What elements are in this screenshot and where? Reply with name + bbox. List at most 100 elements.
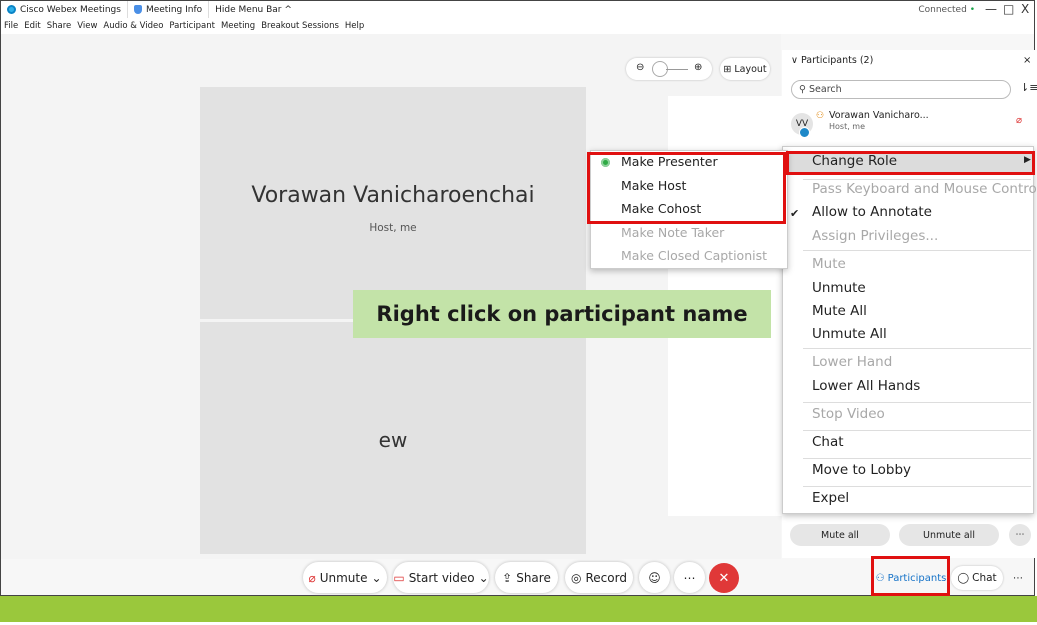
host-icon: ⚇ [816,111,825,121]
record-button[interactable]: ◎ Record [565,562,633,593]
role-options-highlight-box [587,152,786,224]
footer-bar [0,596,1037,622]
app-name: Cisco Webex Meetings [20,4,121,15]
emoji-icon: ☺ [648,570,661,585]
restore-button[interactable]: □ [1003,2,1014,16]
unmute-all-button[interactable]: Unmute all [899,524,999,546]
menu-expel[interactable]: Expel [812,490,849,506]
menu-assign-privileges: Assign Privileges... [812,228,939,244]
participant-role: Host, me [829,122,866,131]
panel-more-button[interactable]: ⋯ [1009,524,1031,546]
mute-all-button[interactable]: Mute all [790,524,890,546]
close-panel-icon[interactable]: × [1023,55,1031,66]
menu-lower-all-hands[interactable]: Lower All Hands [812,378,920,394]
video-off-icon: ▭ [393,570,405,585]
record-label: Record [585,570,627,585]
participants-toggle-label: Participants [887,572,947,584]
sort-icon[interactable]: ⇂≡ [1020,81,1037,94]
more-icon: ⋯ [683,570,696,585]
zoom-out-icon[interactable]: ⊖ [636,62,644,73]
menu-pass-control: Pass Keyboard and Mouse Control [812,181,1037,197]
menu-unmute[interactable]: Unmute [812,280,866,296]
menu-mute-all[interactable]: Mute All [812,303,867,319]
menu-audio-video[interactable]: Audio & Video [100,21,166,31]
panel-more-options-button[interactable]: ⋯ [1006,566,1030,590]
shield-icon [133,5,142,14]
menu-make-captionist: Make Closed Captionist [621,248,768,263]
change-role-highlight-box [786,151,1035,175]
menu-move-to-lobby[interactable]: Move to Lobby [812,462,911,478]
menu-separator [803,250,1031,251]
zoom-slider[interactable]: ⊖ ⊕ [626,58,712,80]
chat-bubble-icon: ◯ [957,572,970,584]
menu-mute: Mute [812,256,846,272]
layout-button[interactable]: ⊞ Layout [720,58,770,80]
menu-view[interactable]: View [74,21,100,31]
menu-breakout-sessions[interactable]: Breakout Sessions [258,21,342,31]
participants-title-label: Participants (2) [801,55,874,66]
start-video-button[interactable]: ▭ Start video ⌄ [393,562,489,593]
webex-logo-icon [7,5,16,14]
chat-toggle-button[interactable]: ◯ Chat [951,566,1003,590]
connection-status: Connected • [918,5,975,15]
zoom-in-icon[interactable]: ⊕ [694,62,702,73]
end-meeting-button[interactable]: ✕ [709,563,739,593]
menu-lower-hand: Lower Hand [812,354,893,370]
zoom-slider-track [666,69,688,70]
share-label: Share [516,570,551,585]
chevron-down-icon[interactable]: ⌄ [479,571,489,585]
tile-participant-name: Vorawan Vanicharoenchai [251,183,535,208]
menu-chat[interactable]: Chat [812,434,844,450]
menu-edit[interactable]: Edit [21,21,43,31]
menu-meeting[interactable]: Meeting [218,21,258,31]
tile-participant-role: Host, me [369,222,417,234]
meeting-info-label: Meeting Info [145,4,203,15]
webex-badge-icon [799,127,810,138]
menu-separator [803,430,1031,431]
participant-name[interactable]: Vorawan Vanicharo... [829,110,929,121]
participants-toggle-button[interactable]: ⚇ Participants [875,566,947,590]
reactions-button[interactable]: ☺ [639,562,670,593]
share-icon: ⇪ [502,570,513,585]
app-name-item[interactable]: Cisco Webex Meetings [1,1,128,18]
menu-unmute-all[interactable]: Unmute All [812,326,887,342]
chevron-down-icon[interactable]: ⌄ [371,571,381,585]
unmute-label: Unmute [319,570,368,585]
unmute-button[interactable]: ⌀ Unmute ⌄ [303,562,387,593]
instruction-callout: Right click on participant name [353,290,771,338]
close-window-button[interactable]: X [1021,2,1029,16]
menu-allow-annotate[interactable]: Allow to Annotate [812,204,932,220]
menu-separator [803,486,1031,487]
menu-share[interactable]: Share [44,21,75,31]
more-options-button[interactable]: ⋯ [674,562,705,593]
layout-label: Layout [734,63,767,75]
menu-participant[interactable]: Participant [166,21,218,31]
meeting-info-button[interactable]: Meeting Info [128,1,210,18]
menu-separator [803,179,1031,180]
video-tile-participant[interactable]: ew [200,322,586,554]
chevron-down-icon: ∨ [791,55,798,66]
minimize-button[interactable]: — [985,2,997,16]
title-bar: Cisco Webex Meetings Meeting Info Hide M… [1,1,1034,18]
search-icon: ⚲ [799,84,806,95]
participants-panel-title[interactable]: ∨ Participants (2) [791,55,873,66]
menu-help[interactable]: Help [342,21,367,31]
menu-file[interactable]: File [1,21,21,31]
share-button[interactable]: ⇪ Share [495,562,558,593]
hide-menu-bar-button[interactable]: Hide Menu Bar ^ [209,1,298,18]
grid-icon: ⊞ [723,63,732,75]
participant-search-input[interactable]: ⚲ Search [791,80,1011,99]
close-icon: ✕ [718,570,730,586]
chat-toggle-label: Chat [972,572,997,584]
menu-separator [803,402,1031,403]
check-icon: ✔ [790,207,800,220]
muted-mic-icon[interactable]: ⌀ [1016,115,1022,126]
menu-separator [803,348,1031,349]
hide-menu-bar-label: Hide Menu Bar ^ [215,4,292,15]
avatar: VV [791,113,813,138]
menu-make-note-taker: Make Note Taker [621,225,725,240]
search-placeholder: Search [809,84,842,95]
connection-label: Connected [918,5,967,15]
video-tile-host[interactable]: Vorawan Vanicharoenchai Host, me [200,87,586,319]
menu-bar: File Edit Share View Audio & Video Parti… [1,18,1034,34]
